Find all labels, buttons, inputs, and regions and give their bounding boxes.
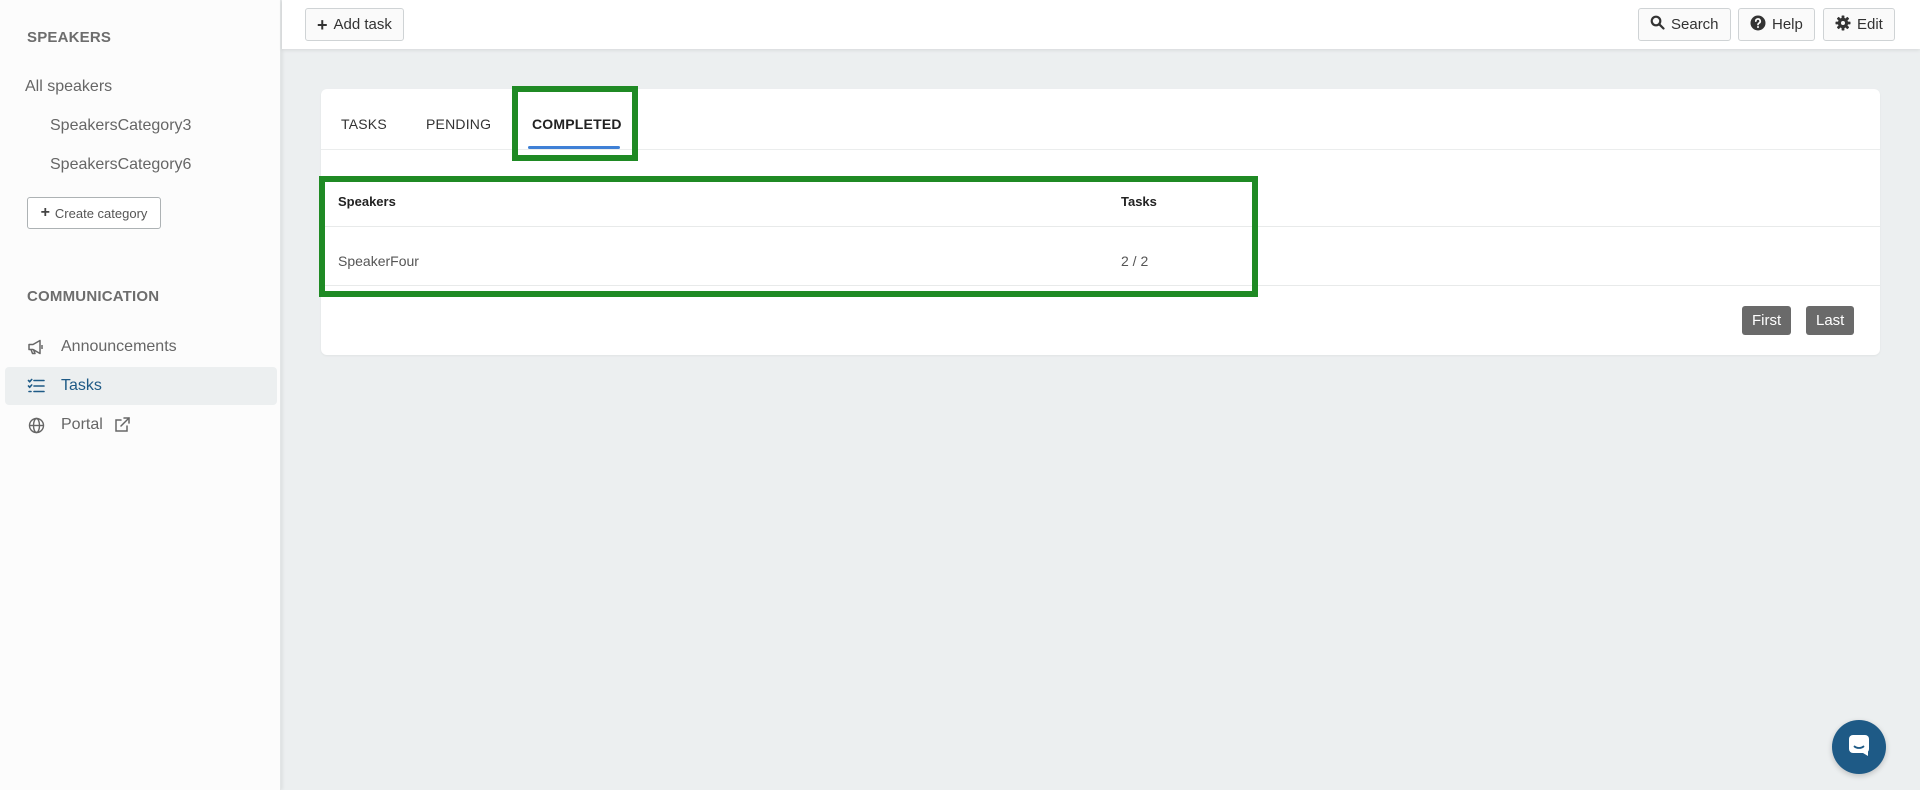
tab-bar: TASKS PENDING COMPLETED (321, 89, 1880, 150)
create-category-label: Create category (54, 205, 148, 221)
edit-label: Edit (1857, 16, 1883, 33)
plus-icon: + (40, 204, 50, 221)
tab-pending[interactable]: PENDING (426, 116, 491, 132)
add-task-label: Add task (333, 16, 392, 33)
nav-item-portal[interactable]: Portal (5, 406, 277, 444)
sidebar: SPEAKERS All speakers SpeakersCategory3 … (0, 0, 281, 790)
first-page-button[interactable]: First (1742, 306, 1792, 335)
tasks-count-cell: 2 / 2 (1121, 253, 1149, 269)
category-link-speakerscategory3[interactable]: SpeakersCategory3 (50, 117, 191, 135)
help-label: Help (1772, 16, 1803, 33)
tab-completed[interactable]: COMPLETED (532, 116, 622, 132)
gear-icon (1835, 15, 1851, 35)
nav-label-tasks: Tasks (61, 377, 102, 394)
external-link-icon (113, 416, 131, 434)
nav-label-portal: Portal (61, 416, 103, 433)
category-link-speakerscategory6[interactable]: SpeakersCategory6 (50, 156, 191, 174)
search-button[interactable]: Search (1638, 8, 1731, 41)
nav-item-announcements[interactable]: Announcements (5, 328, 277, 366)
topbar: + Add task Search Help Edit (282, 0, 1920, 49)
active-tab-indicator (528, 146, 620, 149)
speaker-name-cell[interactable]: SpeakerFour (338, 253, 419, 269)
tab-tasks[interactable]: TASKS (341, 116, 387, 132)
chat-icon (1846, 732, 1872, 763)
speakers-heading: SPEAKERS (27, 29, 112, 46)
all-speakers-link[interactable]: All speakers (25, 78, 112, 96)
create-category-button[interactable]: + Create category (27, 197, 161, 229)
edit-button[interactable]: Edit (1823, 8, 1895, 41)
search-icon (1650, 15, 1665, 34)
table-row[interactable]: SpeakerFour 2 / 2 (321, 238, 1880, 286)
communication-heading: COMMUNICATION (27, 288, 160, 305)
help-icon (1750, 15, 1766, 35)
column-header-speakers[interactable]: Speakers (338, 194, 396, 209)
task-list-icon (26, 376, 46, 396)
search-label: Search (1671, 16, 1719, 33)
globe-icon (26, 415, 46, 435)
megaphone-icon (26, 337, 46, 357)
column-header-tasks[interactable]: Tasks (1121, 194, 1157, 209)
nav-item-tasks[interactable]: Tasks (5, 367, 277, 405)
nav-label-announcements: Announcements (61, 338, 177, 355)
plus-icon: + (317, 14, 328, 35)
add-task-button[interactable]: + Add task (305, 8, 404, 41)
tasks-card: TASKS PENDING COMPLETED Speakers Tasks S… (321, 89, 1880, 355)
last-page-button[interactable]: Last (1806, 306, 1855, 335)
chat-launcher-button[interactable] (1832, 720, 1886, 774)
table-header: Speakers Tasks (321, 177, 1880, 227)
help-button[interactable]: Help (1738, 8, 1815, 41)
